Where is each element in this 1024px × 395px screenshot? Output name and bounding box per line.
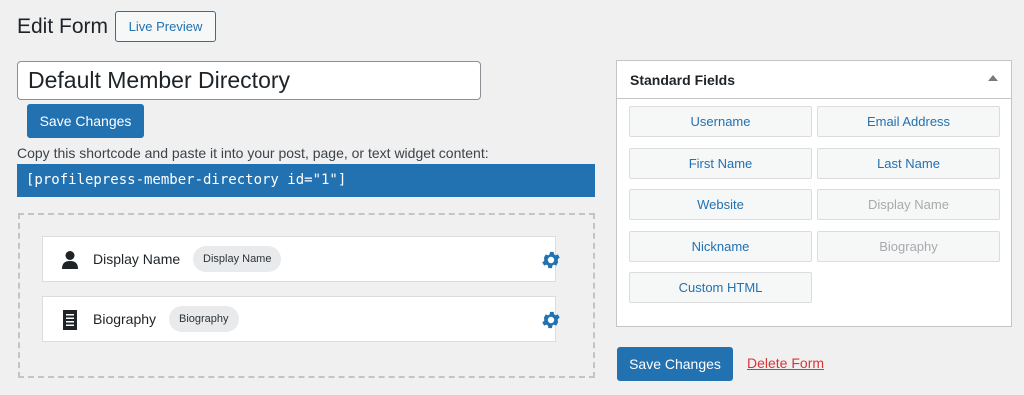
save-changes-button[interactable]: Save Changes [27, 104, 144, 138]
live-preview-button[interactable]: Live Preview [115, 11, 216, 42]
field-row-display-name[interactable]: Display Name Display Name [42, 236, 560, 282]
field-label: Display Name [93, 251, 181, 267]
std-field-first-name[interactable]: First Name [629, 148, 812, 179]
std-field-biography: Biography [817, 231, 1000, 262]
std-field-email-address[interactable]: Email Address [817, 106, 1000, 137]
page-title: Edit Form [17, 15, 109, 38]
standard-fields-panel: Standard Fields Username Email Address F… [616, 60, 1012, 327]
shortcode-box[interactable]: [profilepress-member-directory id="1"] [17, 164, 595, 197]
document-icon [63, 310, 77, 330]
std-field-display-name: Display Name [817, 189, 1000, 220]
field-row-biography[interactable]: Biography Biography [42, 296, 560, 342]
gear-icon[interactable] [540, 309, 562, 331]
delete-form-link[interactable]: Delete Form [747, 355, 824, 371]
shortcode-hint: Copy this shortcode and paste it into yo… [17, 145, 489, 161]
user-icon [62, 251, 78, 269]
std-field-last-name[interactable]: Last Name [817, 148, 1000, 179]
form-builder-area: Display Name Display Name Biography Biog… [18, 213, 595, 378]
field-tag: Biography [169, 306, 239, 332]
form-title-input[interactable] [17, 61, 481, 100]
panel-title: Standard Fields [630, 72, 736, 88]
save-changes-bottom-button[interactable]: Save Changes [617, 347, 733, 381]
std-field-custom-html[interactable]: Custom HTML [629, 272, 812, 303]
field-tag: Display Name [193, 246, 282, 272]
std-field-nickname[interactable]: Nickname [629, 231, 812, 262]
std-field-username[interactable]: Username [629, 106, 812, 137]
gear-icon[interactable] [540, 249, 562, 271]
field-label: Biography [93, 311, 157, 327]
collapse-arrow-icon[interactable] [988, 75, 998, 81]
std-field-website[interactable]: Website [629, 189, 812, 220]
panel-header[interactable]: Standard Fields [617, 61, 1011, 99]
